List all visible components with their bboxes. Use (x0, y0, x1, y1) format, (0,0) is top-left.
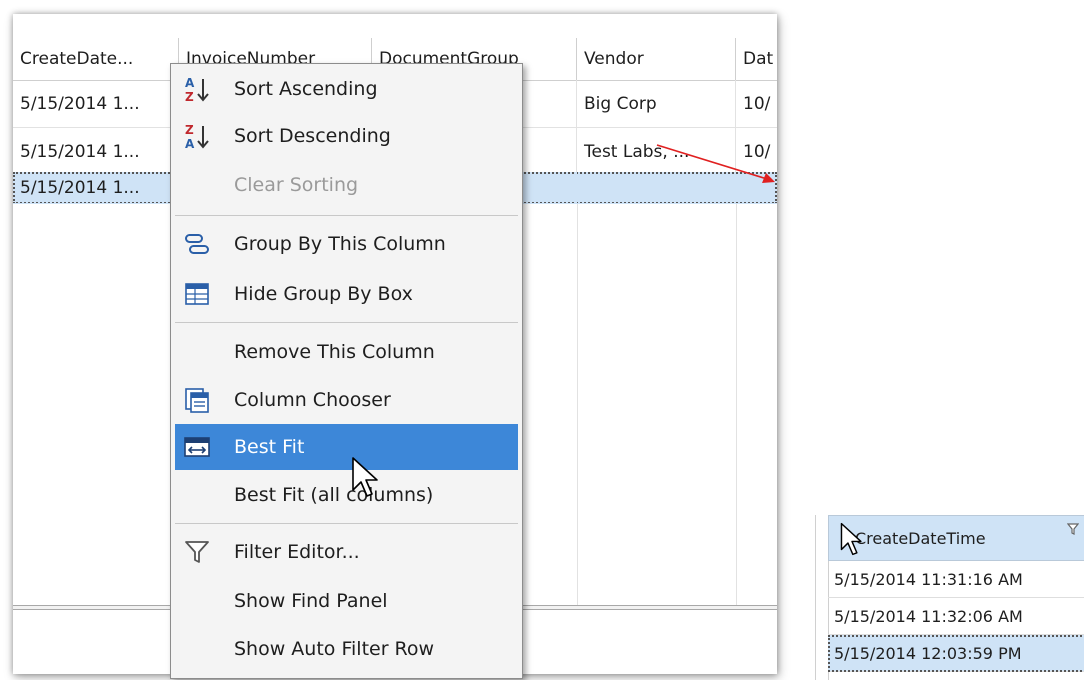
table-row-selected[interactable]: 5/15/2014 12:03:59 PM (828, 635, 1084, 672)
svg-text:Z: Z (185, 123, 194, 137)
filter-icon (185, 541, 209, 563)
menu-item-label: Clear Sorting (234, 174, 359, 196)
column-header-label: CreateDateTime (855, 529, 986, 548)
menu-item-label: Sort Descending (234, 125, 391, 147)
sort-descending-icon: Z A (185, 123, 209, 150)
column-chooser-icon (185, 388, 209, 413)
group-box-icon (185, 283, 209, 305)
table-cell: 5/15/2014 1... (13, 80, 179, 128)
group-by-icon (185, 234, 209, 254)
menu-item-filter-editor[interactable]: Filter Editor... (175, 529, 518, 575)
svg-text:A: A (185, 76, 195, 90)
menu-item-label: Group By This Column (234, 233, 446, 255)
table-cell: Big Corp (577, 80, 736, 128)
best-fit-icon (184, 437, 210, 457)
column-divider (736, 204, 737, 606)
table-cell: 10/ (736, 80, 777, 128)
menu-item-best-fit[interactable]: Best Fit (175, 424, 518, 470)
menu-item-clear-sorting[interactable]: Clear Sorting (175, 162, 518, 208)
table-cell: 5/15/2014 1... (13, 172, 179, 204)
svg-text:Z: Z (185, 90, 194, 103)
menu-item-label: Show Auto Filter Row (234, 638, 435, 660)
menu-item-label: Sort Ascending (234, 78, 378, 100)
column-header-date[interactable]: Dat (736, 38, 777, 80)
table-row[interactable]: 5/15/2014 11:31:16 AM (828, 561, 1084, 598)
menu-item-best-fit-all-columns[interactable]: Best Fit (all columns) (175, 472, 518, 518)
table-row[interactable]: 5/15/2014 11:32:06 AM (828, 598, 1084, 635)
menu-item-label: Show Find Panel (234, 590, 388, 612)
column-header-vendor[interactable]: Vendor (577, 38, 736, 80)
menu-item-label: Remove This Column (234, 341, 435, 363)
table-cell: 5/15/2014 1... (13, 128, 179, 176)
menu-item-group-by-column[interactable]: Group By This Column (175, 221, 518, 267)
column-divider (577, 204, 578, 606)
column-header-context-menu: A Z Sort Ascending Z A Sort Descending C… (170, 63, 523, 679)
mouse-cursor-icon (352, 457, 378, 497)
menu-item-remove-column[interactable]: Remove This Column (175, 329, 518, 375)
menu-item-show-auto-filter-row[interactable]: Show Auto Filter Row (175, 626, 518, 672)
column-header-createdate[interactable]: CreateDate... (13, 38, 179, 80)
menu-item-label: Column Chooser (234, 389, 391, 411)
menu-item-sort-ascending[interactable]: A Z Sort Ascending (175, 66, 518, 112)
svg-text:A: A (185, 137, 195, 150)
menu-item-label: Best Fit (234, 436, 305, 458)
callout-arrow (656, 144, 775, 183)
menu-separator (175, 215, 518, 216)
menu-separator (175, 523, 518, 524)
menu-separator (175, 322, 518, 323)
menu-item-sort-descending[interactable]: Z A Sort Descending (175, 113, 518, 159)
zoom-inset: CreateDateTime 5/15/2014 11:31:16 AM 5/1… (815, 515, 1084, 680)
filter-icon[interactable] (1067, 522, 1079, 536)
mouse-cursor-icon (840, 522, 862, 556)
menu-item-label: Filter Editor... (234, 541, 360, 563)
menu-item-column-chooser[interactable]: Column Chooser (175, 377, 518, 423)
menu-item-show-find-panel[interactable]: Show Find Panel (175, 578, 518, 624)
menu-item-label: Best Fit (all columns) (234, 484, 434, 506)
column-header-createdatetime[interactable]: CreateDateTime (828, 515, 1084, 561)
sort-ascending-icon: A Z (185, 76, 209, 103)
menu-item-hide-group-by-box[interactable]: Hide Group By Box (175, 271, 518, 317)
menu-item-label: Hide Group By Box (234, 283, 413, 305)
